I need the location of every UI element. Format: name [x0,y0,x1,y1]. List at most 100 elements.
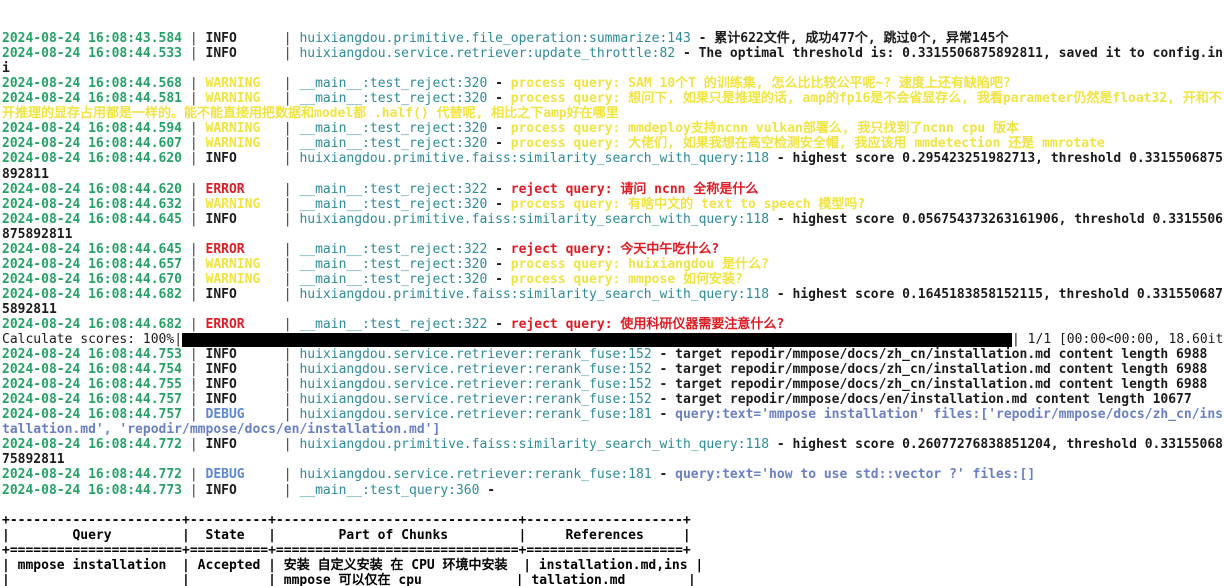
log-separator: | [275,362,300,378]
log-module: huixiangdou.primitive.faiss:similarity_s… [299,286,746,302]
log-dash: - [769,437,793,453]
log-lineno: 360 [455,482,480,498]
log-lineno: 152 [628,362,652,378]
log-line: 2024-08-24 16:08:44.632 | WARNING | __ma… [2,197,1224,212]
log-timestamp: 2024-08-24 16:08:44.645 [2,241,183,257]
log-separator: | [275,241,300,257]
log-separator: | [275,121,300,137]
log-line: 2024-08-24 16:08:44.773 | INFO | __main_… [2,483,1224,498]
log-separator: | [182,196,206,212]
log-message: target repodir/mmpose/docs/zh_cn/install… [675,362,1208,378]
log-lineno: 320 [463,271,488,287]
log-timestamp: 2024-08-24 16:08:44.772 [2,437,183,453]
log-separator: | [182,211,206,227]
log-line: 2024-08-24 16:08:44.772 | DEBUG | huixia… [2,467,1224,482]
log-line: 2024-08-24 16:08:44.581 | WARNING | __ma… [2,91,1224,121]
log-separator: | [182,181,206,197]
log-timestamp: 2024-08-24 16:08:44.568 [2,76,183,92]
progress-bar-fill [182,332,1013,347]
log-line: 2024-08-24 16:08:44.533 | INFO | huixian… [2,46,1224,76]
log-dash: - [651,392,676,408]
log-output: 2024-08-24 16:08:43.584 | INFO | huixian… [2,31,1224,586]
log-separator: | [275,316,300,332]
log-separator: | [182,91,206,107]
log-message: target repodir/mmpose/docs/en/installati… [675,392,1192,408]
table-row: | mmpose installation | Accepted | 安装 自定… [2,557,704,573]
log-line: 2024-08-24 16:08:44.645 | ERROR | __main… [2,242,1224,257]
log-timestamp: 2024-08-24 16:08:44.754 [2,362,183,378]
log-timestamp: 2024-08-24 16:08:44.682 [2,286,183,302]
log-module: __main__:test_reject: [299,181,464,197]
log-timestamp: 2024-08-24 16:08:44.581 [2,91,183,107]
log-separator: | [275,181,300,197]
log-dash: - [651,377,676,393]
log-dash: - [651,467,676,483]
log-dash: - [651,347,676,363]
log-separator: | [275,347,300,363]
log-timestamp: 2024-08-24 16:08:44.773 [2,482,183,498]
log-module: __main__:test_reject: [299,121,464,137]
log-separator: | [275,151,300,167]
log-separator: | [182,437,206,453]
log-message: reject query: 使用科研仪器需要注意什么? [510,316,785,332]
log-separator: | [275,392,300,408]
log-lineno: 143 [667,31,691,47]
log-module: __main__:test_reject: [299,271,464,287]
log-module: __main__:test_reject: [299,316,464,332]
log-level: DEBUG [205,467,276,483]
log-separator: | [275,467,300,483]
log-lineno: 320 [463,121,488,137]
log-line: 2024-08-24 16:08:44.682 | INFO | huixian… [2,287,1224,317]
log-dash: - [651,362,676,378]
log-separator: | [182,256,206,272]
log-message: process query: mmdeploy支持ncnn vulkan部署么,… [510,121,1019,137]
log-separator: | [275,407,300,423]
log-module: huixiangdou.service.retriever:rerank_fus… [299,362,629,378]
log-message: target repodir/mmpose/docs/zh_cn/install… [675,347,1208,363]
log-lineno: 322 [463,241,488,257]
log-module: huixiangdou.service.retriever:rerank_fus… [299,347,629,363]
log-line: 2024-08-24 16:08:44.657 | WARNING | __ma… [2,257,1224,272]
log-message: process query: 有啥中文的 text to speech 模型吗? [510,196,866,212]
log-level: INFO [205,392,276,408]
progress-bracket-left: | [174,332,183,348]
log-lineno: 320 [463,136,488,152]
log-dash: - [487,181,511,197]
log-message: target repodir/mmpose/docs/zh_cn/install… [675,377,1208,393]
log-level: INFO [205,286,276,302]
terminal-window[interactable]: 2024-08-24 16:08:43.584 | INFO | huixian… [0,0,1224,586]
log-separator: | [275,91,300,107]
log-line: 2024-08-24 16:08:44.645 | INFO | huixian… [2,212,1224,242]
table-header-row: | Query | State | Part of Chunks | Refer… [2,527,691,543]
log-level: INFO [205,211,276,227]
log-separator: | [182,392,206,408]
log-dash: - [769,151,793,167]
log-separator: | [182,31,206,47]
log-lineno: 181 [628,407,652,423]
log-lineno: 152 [628,392,652,408]
log-dash: - [487,91,511,107]
log-dash: - [487,316,511,332]
log-message: process query: mmpose 如何安装? [510,271,743,287]
progress-stats: | 1/1 [00:00<00:00, 18.60it/s] [1012,332,1224,348]
log-message: process query: huixiangdou 是什么? [510,256,769,272]
progress-label: Calculate scores: 100% [2,332,175,348]
log-separator: | [275,256,300,272]
log-module: huixiangdou.service.retriever:rerank_fus… [299,392,629,408]
log-timestamp: 2024-08-24 16:08:44.620 [2,151,183,167]
log-dash: - [487,256,511,272]
log-module: huixiangdou.service.retriever:rerank_fus… [299,467,629,483]
log-level: ERROR [205,241,276,257]
log-level: ERROR [205,181,276,197]
log-separator: | [182,271,206,287]
log-message: process query: 大佬们, 如果我想在高空检测安全帽, 我应该用 m… [510,136,1105,152]
log-level: WARNING [205,136,276,152]
log-separator: | [275,482,300,498]
log-separator: | [182,347,206,363]
log-timestamp: 2024-08-24 16:08:44.594 [2,121,183,137]
log-module: huixiangdou.primitive.faiss:similarity_s… [299,211,746,227]
log-module: __main__:test_reject: [299,196,464,212]
log-separator: | [275,196,300,212]
log-level: WARNING [205,76,276,92]
log-timestamp: 2024-08-24 16:08:43.584 [2,31,183,47]
